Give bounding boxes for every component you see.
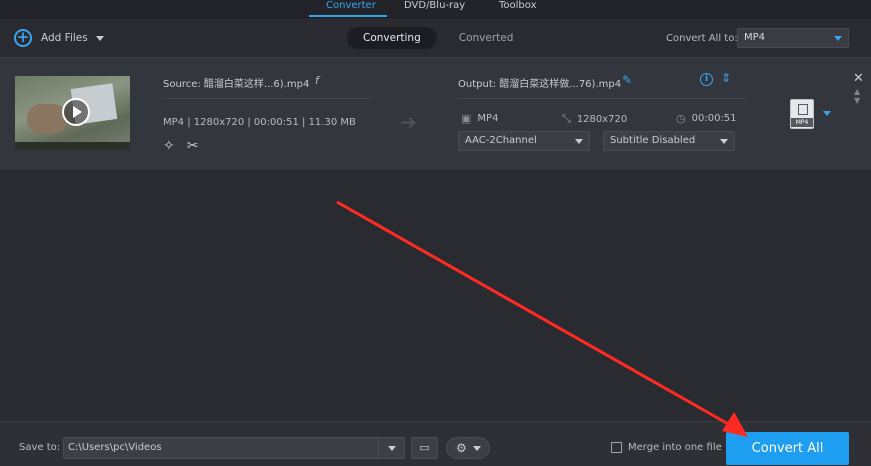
output-format-spec: ▣ MP4 <box>461 112 498 125</box>
video-thumbnail[interactable] <box>15 76 130 150</box>
divider <box>163 98 371 99</box>
file-item: Source: 醋溜白菜这样...6).mp4 f MP4 | 1280x720… <box>0 57 871 171</box>
active-tab-indicator <box>309 15 387 17</box>
chevron-down-icon <box>720 139 728 144</box>
gear-icon: ⚙ <box>456 441 467 455</box>
convert-all-to-label: Convert All to: <box>666 33 738 44</box>
add-files-button[interactable]: + Add Files <box>14 28 104 48</box>
info-icon[interactable]: i <box>700 73 713 86</box>
tab-converted[interactable]: Converted <box>443 27 530 49</box>
adjust-icon[interactable]: ⇕ <box>721 71 731 85</box>
tab-converter[interactable]: Converter <box>326 0 376 11</box>
pencil-icon[interactable]: ✎ <box>622 73 632 87</box>
open-folder-button[interactable]: ▭ <box>411 437 438 459</box>
chevron-down-icon[interactable] <box>378 438 404 458</box>
output-format-select[interactable]: MP4 <box>737 28 849 48</box>
film-icon <box>798 104 808 115</box>
settings-button[interactable]: ⚙ <box>446 437 490 459</box>
chevron-down-icon[interactable] <box>95 35 104 41</box>
thumbnail-detail <box>15 142 130 150</box>
format-badge-icon[interactable]: MP4 <box>790 99 814 129</box>
close-icon[interactable]: ✕ <box>853 71 864 86</box>
audio-track-dropdown[interactable]: AAC-2Channel <box>458 131 590 151</box>
output-duration: 00:00:51 <box>691 113 737 124</box>
merge-checkbox[interactable] <box>611 442 622 453</box>
top-tab-bar: Converter DVD/Blu-ray Toolbox <box>0 0 871 18</box>
move-down-icon[interactable]: ▼ <box>854 96 860 105</box>
merge-label: Merge into one file <box>628 442 722 453</box>
convert-all-button[interactable]: Convert All <box>726 432 849 465</box>
output-resolution-spec: ⤡ 1280x720 <box>562 112 627 126</box>
enhance-icon[interactable]: ✧ <box>163 138 175 154</box>
subtitle-dropdown[interactable]: Subtitle Disabled <box>603 131 735 151</box>
move-up-icon[interactable]: ▲ <box>854 87 860 96</box>
audio-track-value: AAC-2Channel <box>465 135 537 146</box>
toolbar: + Add Files Converting Converted Convert… <box>0 19 871 57</box>
chevron-down-icon <box>575 139 583 144</box>
chevron-down-icon[interactable] <box>823 111 831 116</box>
chevron-down-icon <box>834 36 842 41</box>
save-path-input[interactable]: C:\Users\pc\Videos <box>63 437 405 459</box>
chevron-down-icon <box>473 446 481 451</box>
edit-tools: ✧ ✂ <box>163 138 198 154</box>
format-badge-label: MP4 <box>791 118 813 127</box>
resize-icon: ⤡ <box>562 112 571 125</box>
folder-icon: ▭ <box>419 441 430 454</box>
play-icon[interactable] <box>62 98 90 126</box>
add-files-label: Add Files <box>41 32 88 44</box>
film-icon: ▣ <box>461 112 472 125</box>
status-segment: Converting Converted <box>347 27 529 49</box>
annotation-arrow-line <box>336 200 731 427</box>
tab-converting[interactable]: Converting <box>347 27 437 49</box>
media-info-icon[interactable]: f <box>315 74 319 87</box>
source-filename: Source: 醋溜白菜这样...6).mp4 <box>163 79 310 90</box>
arrow-right-icon: ➔ <box>400 110 417 134</box>
subtitle-value: Subtitle Disabled <box>610 135 696 146</box>
thumbnail-detail <box>27 104 67 134</box>
plus-circle-icon: + <box>14 29 32 47</box>
tab-toolbox[interactable]: Toolbox <box>499 0 537 11</box>
output-duration-spec: ◷ 00:00:51 <box>676 112 737 125</box>
output-format-value: MP4 <box>744 32 766 43</box>
output-format: MP4 <box>477 113 499 124</box>
output-filename: Output: 醋溜白菜这样做...76).mp4 <box>458 79 622 90</box>
source-metadata: MP4 | 1280x720 | 00:00:51 | 11.30 MB <box>163 117 356 128</box>
scissors-icon[interactable]: ✂ <box>187 138 199 154</box>
divider <box>458 98 745 99</box>
tab-dvd-bluray[interactable]: DVD/Blu-ray <box>404 0 465 11</box>
bottom-bar: Save to: C:\Users\pc\Videos ▭ ⚙ Merge in… <box>0 421 871 466</box>
clock-icon: ◷ <box>676 112 686 125</box>
save-path-value: C:\Users\pc\Videos <box>68 442 162 453</box>
output-resolution: 1280x720 <box>576 113 628 125</box>
save-to-label: Save to: <box>19 442 61 453</box>
